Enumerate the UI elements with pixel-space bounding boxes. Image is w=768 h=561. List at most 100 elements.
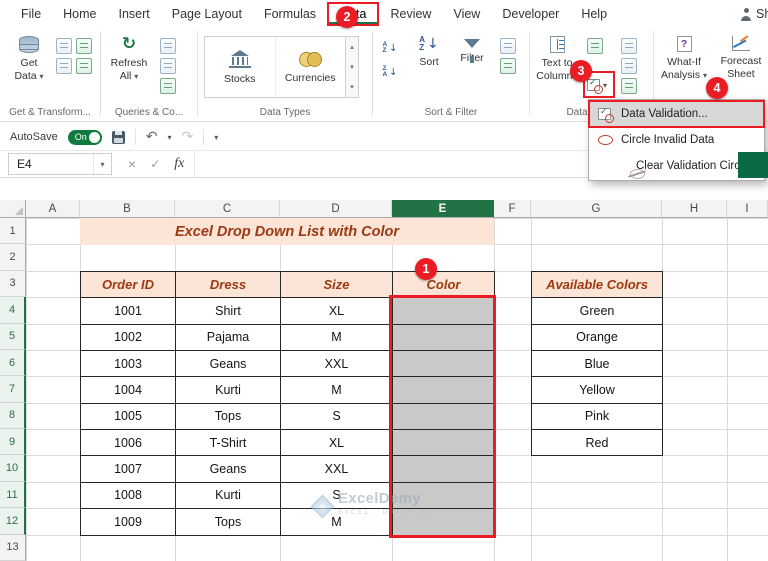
- table-cell[interactable]: Red: [531, 429, 663, 457]
- table-cell[interactable]: Shirt: [175, 297, 281, 325]
- table-cell[interactable]: Yellow: [531, 376, 663, 404]
- table-cell[interactable]: Tops: [175, 508, 281, 536]
- table-cell[interactable]: Kurti: [175, 481, 281, 510]
- column-header-c[interactable]: C: [175, 200, 280, 218]
- table-header-cell-order-id[interactable]: Order ID: [80, 270, 176, 299]
- recent-sources-icon[interactable]: [76, 58, 92, 74]
- table-cell[interactable]: 1005: [80, 402, 176, 431]
- column-header-i[interactable]: I: [727, 200, 768, 218]
- filter-button[interactable]: Filter: [452, 33, 492, 105]
- row-header-11[interactable]: 11: [0, 481, 26, 509]
- table-cell[interactable]: M: [280, 376, 393, 404]
- undo-dropdown-arrow-icon[interactable]: ▾: [167, 133, 171, 142]
- table-cell[interactable]: 1003: [80, 349, 176, 378]
- row-header-8[interactable]: 8: [0, 402, 26, 430]
- table-cell[interactable]: XXL: [280, 455, 393, 483]
- select-all-button[interactable]: [0, 200, 26, 218]
- remove-duplicates-icon[interactable]: [621, 38, 637, 54]
- redo-icon[interactable]: ↷: [181, 129, 193, 145]
- table-cell[interactable]: M: [280, 323, 393, 351]
- table-header-cell-size[interactable]: Size: [280, 270, 393, 299]
- gallery-more-icon[interactable]: ▾: [350, 83, 354, 91]
- sort-ascending-button[interactable]: AZ ↓: [377, 37, 403, 59]
- table-cell[interactable]: Geans: [175, 455, 281, 483]
- relationships-icon[interactable]: [621, 78, 637, 94]
- table-header-cell-available-colors[interactable]: Available Colors: [531, 270, 663, 299]
- tab-help[interactable]: Help: [570, 0, 618, 28]
- tab-formulas[interactable]: Formulas: [253, 0, 327, 28]
- from-web-icon[interactable]: [76, 38, 92, 54]
- gallery-scroll[interactable]: ▴ ▾ ▾: [346, 36, 359, 98]
- table-cell[interactable]: XXL: [280, 349, 393, 378]
- share-button[interactable]: Sh: [740, 0, 768, 28]
- sort-descending-button[interactable]: ZA ↓: [377, 61, 403, 83]
- row-header-3[interactable]: 3: [0, 270, 26, 298]
- table-cell[interactable]: T-Shirt: [175, 429, 281, 457]
- row-header-5[interactable]: 5: [0, 323, 26, 350]
- row-header-10[interactable]: 10: [0, 455, 26, 482]
- table-cell[interactable]: XL: [280, 429, 393, 457]
- properties-icon[interactable]: [160, 58, 176, 74]
- tab-review[interactable]: Review: [379, 0, 442, 28]
- table-cell[interactable]: Kurti: [175, 376, 281, 404]
- column-header-a[interactable]: A: [26, 200, 80, 218]
- undo-icon[interactable]: ↶: [146, 129, 158, 145]
- what-if-analysis-button[interactable]: ? What-If Analysis ▾: [656, 33, 712, 105]
- table-cell[interactable]: S: [280, 402, 393, 431]
- get-data-button[interactable]: Get Data ▾: [6, 33, 52, 105]
- flash-fill-icon[interactable]: [587, 38, 603, 54]
- tab-view[interactable]: View: [442, 0, 491, 28]
- column-header-g[interactable]: G: [531, 200, 662, 218]
- table-cell[interactable]: 1004: [80, 376, 176, 404]
- table-cell[interactable]: 1009: [80, 508, 176, 536]
- gallery-up-icon[interactable]: ▴: [350, 43, 354, 51]
- column-header-b[interactable]: B: [80, 200, 175, 218]
- table-cell[interactable]: Tops: [175, 402, 281, 431]
- table-cell[interactable]: 1002: [80, 323, 176, 351]
- from-text-csv-icon[interactable]: [56, 38, 72, 54]
- menu-item-circle-invalid-data[interactable]: Circle Invalid Data: [589, 127, 764, 153]
- row-header-9[interactable]: 9: [0, 429, 26, 456]
- table-cell[interactable]: 1006: [80, 429, 176, 457]
- insert-function-button[interactable]: fx: [174, 156, 184, 172]
- currencies-button[interactable]: Currencies: [274, 37, 346, 97]
- row-header-1[interactable]: 1: [0, 218, 26, 245]
- stocks-button[interactable]: Stocks: [205, 37, 275, 97]
- refresh-all-button[interactable]: ↻ Refresh All ▾: [104, 33, 154, 105]
- table-cell[interactable]: 1008: [80, 481, 176, 510]
- table-cell[interactable]: Pink: [531, 402, 663, 431]
- from-table-range-icon[interactable]: [56, 58, 72, 74]
- row-header-13[interactable]: 13: [0, 534, 26, 561]
- cancel-icon[interactable]: ×: [128, 156, 136, 172]
- column-header-e[interactable]: E: [392, 200, 494, 218]
- column-header-h[interactable]: H: [662, 200, 727, 218]
- table-cell[interactable]: 1001: [80, 297, 176, 325]
- autosave-toggle[interactable]: On: [67, 129, 102, 145]
- table-cell[interactable]: Green: [531, 297, 663, 325]
- consolidate-icon[interactable]: [621, 58, 637, 74]
- row-header-2[interactable]: 2: [0, 244, 26, 271]
- tab-home[interactable]: Home: [52, 0, 107, 28]
- table-header-cell-dress[interactable]: Dress: [175, 270, 281, 299]
- sheet-title-cell[interactable]: Excel Drop Down List with Color: [80, 218, 494, 245]
- menu-item-data-validation[interactable]: Data Validation...: [588, 100, 765, 128]
- queries-connections-icon[interactable]: [160, 38, 176, 54]
- tab-page-layout[interactable]: Page Layout: [161, 0, 253, 28]
- column-header-f[interactable]: F: [494, 200, 531, 218]
- table-cell[interactable]: Blue: [531, 349, 663, 378]
- row-header-4[interactable]: 4: [0, 297, 26, 324]
- tab-developer[interactable]: Developer: [491, 0, 570, 28]
- table-cell[interactable]: Pajama: [175, 323, 281, 351]
- table-header-cell-color[interactable]: Color: [392, 270, 495, 299]
- name-box[interactable]: E4 ▾: [8, 153, 112, 175]
- row-header-12[interactable]: 12: [0, 508, 26, 535]
- clear-filter-icon[interactable]: [500, 38, 516, 54]
- sort-button[interactable]: AZ ↓ Sort: [408, 33, 450, 105]
- column-header-d[interactable]: D: [280, 200, 392, 218]
- reapply-filter-icon[interactable]: [500, 58, 516, 74]
- save-icon[interactable]: [111, 130, 125, 144]
- table-cell[interactable]: XL: [280, 297, 393, 325]
- tab-insert[interactable]: Insert: [108, 0, 161, 28]
- edit-links-icon[interactable]: [160, 78, 176, 94]
- table-cell[interactable]: Geans: [175, 349, 281, 378]
